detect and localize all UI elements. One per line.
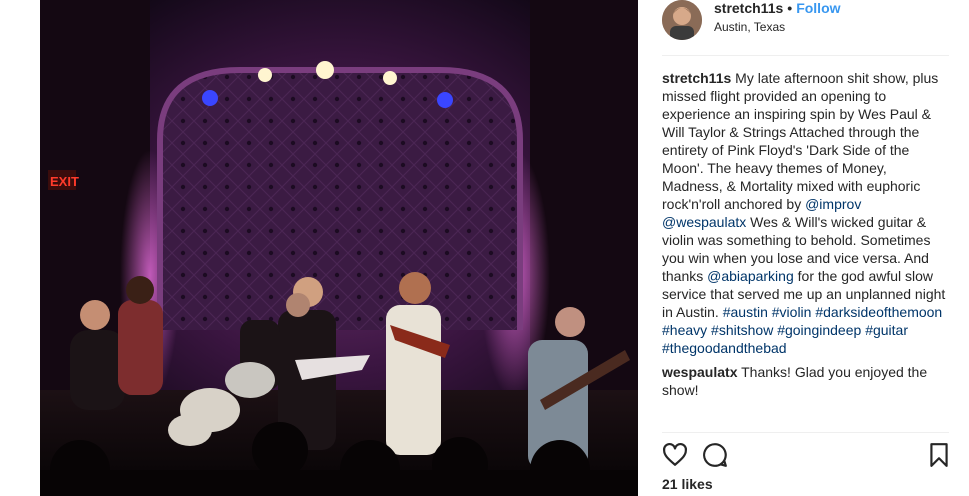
hashtag-violin[interactable]: #violin — [772, 304, 812, 320]
username-link[interactable]: stretch11s — [714, 0, 783, 16]
mention-abiaparking[interactable]: @abiaparking — [707, 268, 794, 284]
hashtag-darksideofthemoon[interactable]: #darksideofthemoon — [815, 304, 942, 320]
location-link[interactable]: Austin, Texas — [714, 20, 785, 34]
caption-author[interactable]: stretch11s — [662, 70, 731, 86]
separator-dot: • — [787, 0, 793, 16]
mention-improv[interactable]: @improv — [805, 196, 861, 212]
avatar[interactable] — [662, 0, 702, 40]
follow-button[interactable]: Follow — [796, 0, 840, 16]
heart-icon[interactable] — [662, 442, 688, 468]
hashtag-guitar[interactable]: #guitar — [865, 322, 908, 338]
post-header: stretch11s • Follow Austin, Texas — [662, 0, 962, 56]
comment: wespaulatx Thanks! Glad you enjoyed the … — [662, 363, 949, 399]
hashtag-heavy[interactable]: #heavy — [662, 322, 707, 338]
hashtag-thegoodandthebad[interactable]: #thegoodandthebad — [662, 340, 787, 356]
post-photo[interactable]: EXIT — [40, 0, 638, 496]
comment-author[interactable]: wespaulatx — [662, 364, 737, 380]
header-divider — [662, 55, 949, 56]
hashtag-goingindeep[interactable]: #goingindeep — [777, 322, 861, 338]
likes-count[interactable]: 21 likes — [662, 476, 713, 492]
comment-icon[interactable] — [702, 442, 728, 468]
header-username-row: stretch11s • Follow — [714, 0, 841, 16]
caption-text-1: My late afternoon shit show, plus missed… — [662, 70, 939, 212]
actions-divider — [662, 432, 949, 433]
mention-wespaulatx[interactable]: @wespaulatx — [662, 214, 746, 230]
bookmark-icon[interactable] — [926, 442, 952, 468]
concert-photo: EXIT — [40, 0, 638, 496]
exit-sign: EXIT — [50, 174, 79, 189]
post-sidebar: stretch11s • Follow Austin, Texas stretch1… — [638, 0, 969, 496]
hashtag-shitshow[interactable]: #shitshow — [711, 322, 773, 338]
caption: stretch11s My late afternoon shit show, … — [662, 69, 949, 357]
hashtag-austin[interactable]: #austin — [723, 304, 768, 320]
